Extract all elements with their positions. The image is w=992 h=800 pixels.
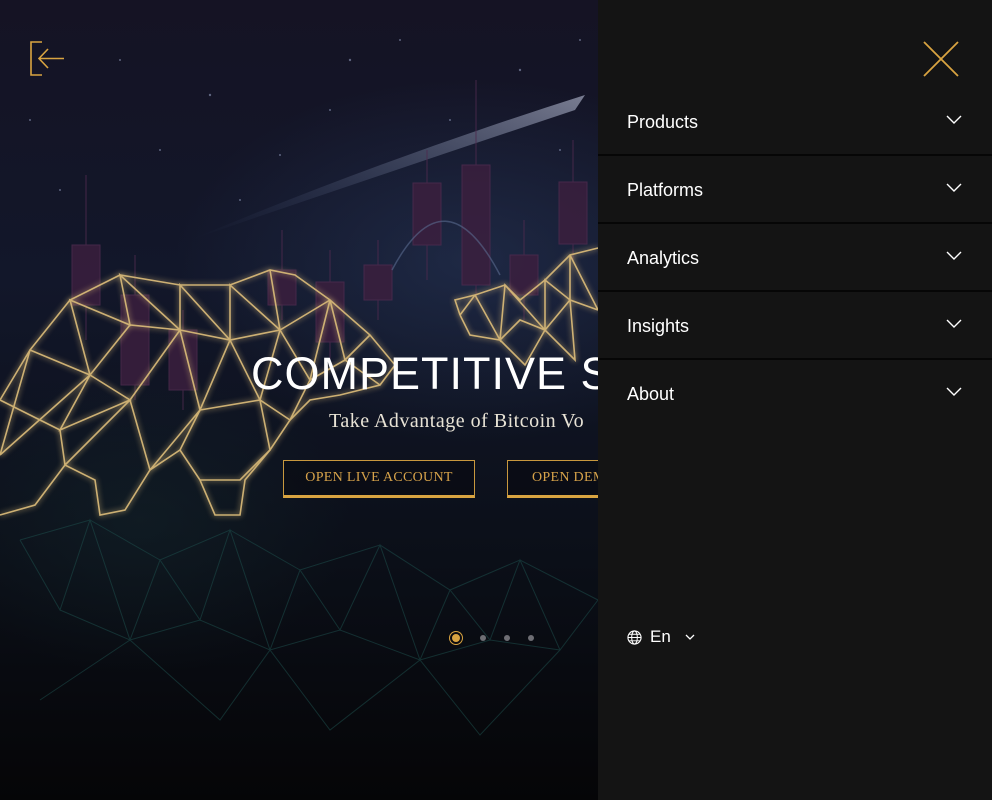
language-selector[interactable]: En [627, 627, 695, 647]
chevron-down-icon [685, 634, 695, 640]
hero-title: COMPETITIVE SP [251, 348, 643, 399]
menu-item-label: Insights [627, 316, 690, 336]
menu-item-about[interactable]: About [598, 360, 992, 428]
side-menu: Products Platforms Analytics Insights Ab… [598, 0, 992, 800]
slider-pagination [452, 634, 552, 642]
back-button[interactable] [28, 40, 68, 78]
slide-dot-2[interactable] [480, 635, 486, 641]
menu-item-products[interactable]: Products [598, 88, 992, 156]
chevron-down-icon [946, 319, 962, 328]
stars [29, 39, 581, 201]
slide-dot-3[interactable] [504, 635, 510, 641]
chevron-down-icon [946, 387, 962, 396]
menu-list: Products Platforms Analytics Insights Ab… [598, 88, 992, 428]
chevron-down-icon [946, 115, 962, 124]
menu-item-analytics[interactable]: Analytics [598, 224, 992, 292]
language-label: En [650, 627, 671, 646]
menu-item-label: Platforms [627, 180, 704, 200]
menu-item-platforms[interactable]: Platforms [598, 156, 992, 224]
open-live-account-button[interactable]: OPEN LIVE ACCOUNT [283, 460, 475, 498]
menu-item-insights[interactable]: Insights [598, 292, 992, 360]
close-icon [923, 41, 959, 77]
menu-item-label: About [627, 384, 675, 404]
hero-subtitle: Take Advantage of Bitcoin Vo [329, 410, 585, 432]
chevron-down-icon [946, 251, 962, 260]
menu-item-label: Analytics [627, 248, 700, 268]
globe-icon [627, 629, 642, 645]
arrow-left-bracket-icon [30, 41, 64, 76]
close-menu-button[interactable] [922, 41, 960, 77]
chevron-down-icon [946, 183, 962, 192]
slide-dot-1[interactable] [452, 634, 460, 642]
slide-dot-4[interactable] [528, 635, 534, 641]
page: COMPETITIVE SP Take Advantage of Bitcoin… [0, 0, 992, 800]
comet-streak [190, 95, 585, 240]
lower-mesh [19, 518, 599, 736]
menu-item-label: Products [627, 112, 699, 132]
